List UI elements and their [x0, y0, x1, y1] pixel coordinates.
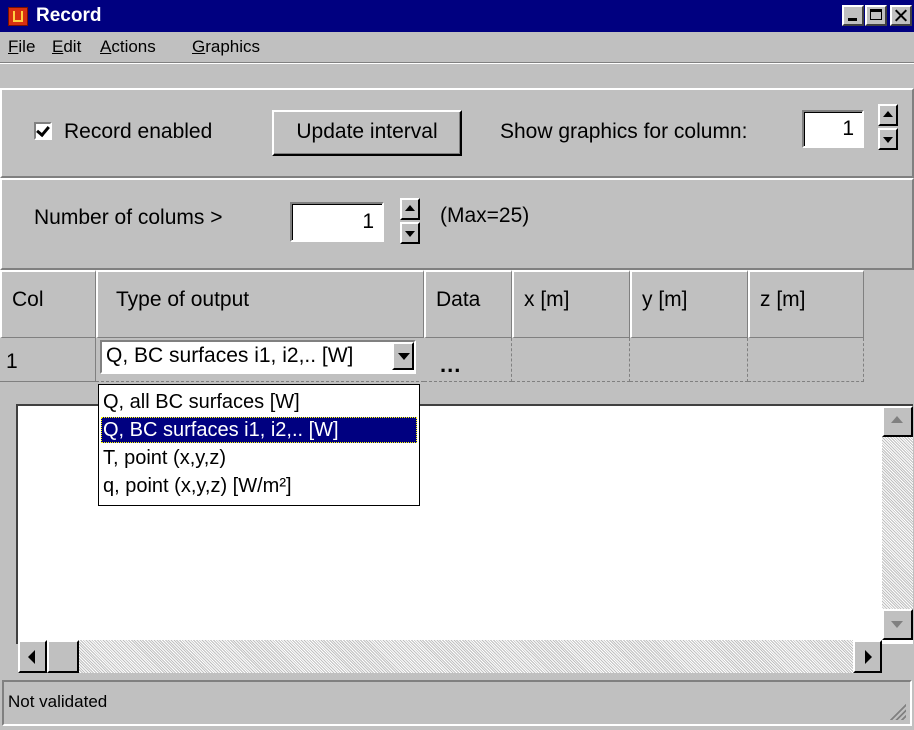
output-type-combobox[interactable]: Q, BC surfaces i1, i2,.. [W]	[100, 340, 416, 374]
dropdown-option-selected[interactable]: Q, BC surfaces i1, i2,.. [W]	[101, 417, 417, 443]
columns-up-icon[interactable]	[400, 198, 420, 220]
scroll-right-icon[interactable]	[853, 640, 882, 673]
toolbar-panel: Record enabled Update interval Show grap…	[0, 88, 914, 178]
header-type: Type of output	[96, 270, 424, 338]
status-bar: Not validated	[2, 680, 912, 726]
output-type-dropdown-list: Q, all BC surfaces [W] Q, BC surfaces i1…	[98, 384, 420, 506]
title-bar[interactable]: Record	[0, 0, 914, 32]
row-col-cell: 1	[0, 338, 96, 382]
menu-file-label: ile	[18, 37, 36, 56]
menu-edit[interactable]: Edit	[52, 37, 81, 57]
menu-actions[interactable]: Actions	[100, 37, 156, 57]
menu-file-accel: F	[8, 37, 19, 56]
columns-down-icon[interactable]	[400, 222, 420, 244]
menu-divider	[0, 62, 914, 64]
dropdown-option[interactable]: q, point (x,y,z) [W/m²]	[101, 473, 417, 499]
record-enabled-label[interactable]: Record enabled	[64, 120, 212, 144]
menu-actions-accel: A	[100, 37, 112, 56]
record-window: Record File Edit Actions Graphics Record…	[0, 0, 914, 730]
row-z-cell[interactable]	[748, 338, 864, 382]
output-type-value: Q, BC surfaces i1, i2,.. [W]	[106, 344, 354, 367]
menu-graphics[interactable]: Graphics	[192, 37, 260, 57]
max-columns-label: (Max=25)	[440, 204, 530, 227]
data-ellipsis-button[interactable]: ...	[440, 352, 461, 378]
number-of-columns-input[interactable]: 1	[290, 202, 384, 242]
scroll-left-icon[interactable]	[18, 640, 47, 673]
header-x: x [m]	[512, 270, 630, 338]
dropdown-option[interactable]: T, point (x,y,z)	[101, 445, 417, 471]
menu-file[interactable]: File	[8, 37, 35, 57]
header-data: Data	[424, 270, 512, 338]
update-interval-button[interactable]: Update interval	[272, 110, 462, 156]
menu-actions-label: ctions	[111, 37, 156, 56]
menu-graphics-accel: G	[192, 37, 206, 56]
show-graphics-up-icon[interactable]	[878, 104, 898, 126]
show-graphics-label: Show graphics for column:	[500, 120, 748, 143]
app-icon[interactable]	[8, 7, 28, 26]
show-graphics-down-icon[interactable]	[878, 128, 898, 150]
header-z: z [m]	[748, 270, 864, 338]
number-of-columns-label: Number of colums >	[34, 206, 223, 229]
menu-edit-label: dit	[63, 37, 82, 56]
scroll-down-icon[interactable]	[882, 609, 913, 640]
scroll-thumb[interactable]	[47, 640, 79, 673]
row-data-cell[interactable]	[424, 338, 512, 382]
scroll-up-icon[interactable]	[882, 406, 913, 437]
close-button[interactable]	[890, 5, 912, 26]
status-text: Not validated	[8, 692, 108, 711]
header-col: Col	[0, 270, 96, 338]
chevron-down-icon[interactable]	[392, 342, 414, 370]
menu-graphics-label: raphics	[205, 37, 261, 56]
columns-panel: Number of colums > 1 (Max=25)	[0, 178, 914, 270]
menu-bar: File Edit Actions Graphics	[0, 32, 914, 62]
minimize-button[interactable]	[842, 5, 864, 26]
header-y: y [m]	[630, 270, 748, 338]
vertical-scrollbar[interactable]	[882, 406, 913, 640]
resize-grip-icon[interactable]	[888, 702, 906, 720]
record-enabled-checkbox[interactable]	[34, 122, 52, 140]
row-x-cell[interactable]	[512, 338, 630, 382]
horizontal-scrollbar[interactable]	[18, 640, 882, 673]
window-title: Record	[36, 5, 102, 26]
dropdown-option[interactable]: Q, all BC surfaces [W]	[101, 389, 417, 415]
maximize-button[interactable]	[865, 5, 887, 26]
row-y-cell[interactable]	[630, 338, 748, 382]
menu-edit-accel: E	[52, 37, 64, 56]
show-graphics-column-input[interactable]: 1	[802, 110, 864, 148]
